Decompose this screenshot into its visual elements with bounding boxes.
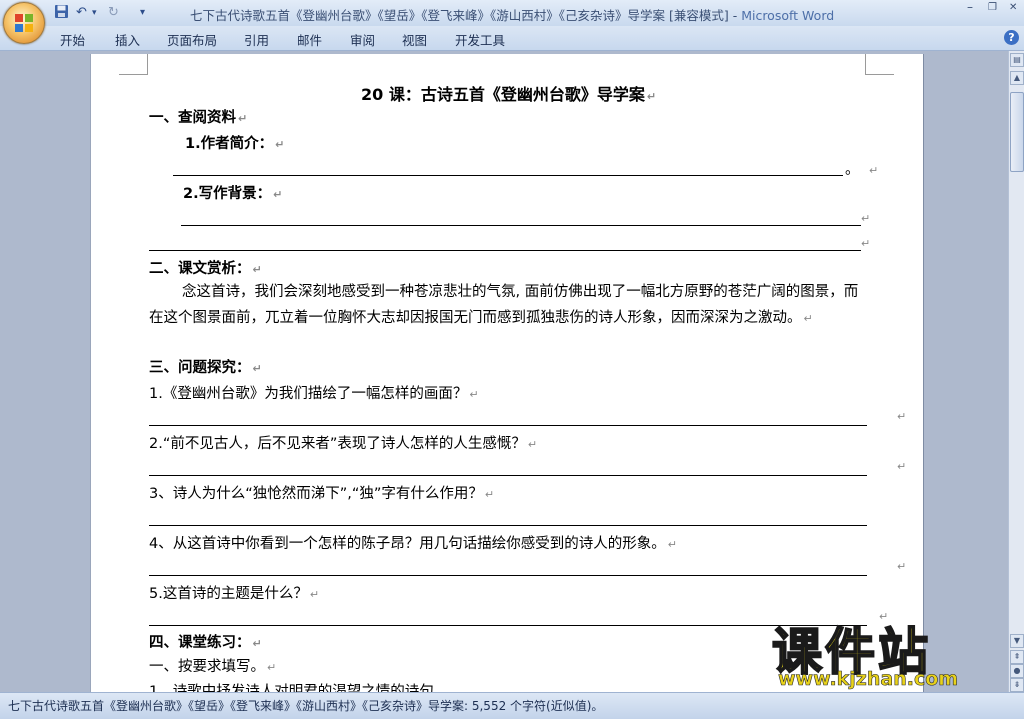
- status-text: 七下古代诗歌五首《登幽州台歌》《望岳》《登飞来峰》《游山西村》《己亥杂诗》导学案…: [8, 699, 604, 713]
- question-2: 2.“前不见古人，后不见来者”表现了诗人怎样的人生感慨？ ↵: [149, 436, 538, 452]
- tab-review[interactable]: 审阅: [350, 30, 375, 49]
- document-area[interactable]: 20 课：古诗五首《登幽州台歌》导学案 ↵ 一、查阅资料 ↵ 1.作者简介： ↵ 。 …: [0, 51, 1008, 692]
- office-logo-icon: [15, 14, 33, 32]
- tab-references[interactable]: 引用: [244, 30, 269, 49]
- close-button[interactable]: ✕: [1009, 2, 1017, 13]
- crop-mark-left: [119, 54, 148, 75]
- paragraph-mark: ↵: [897, 560, 907, 573]
- answer-line: [181, 225, 861, 226]
- window-title: 七下古代诗歌五首《登幽州台歌》《望岳》《登飞来峰》《游山西村》《己亥杂诗》导学案…: [190, 5, 834, 24]
- watermark-logo: 课件站 www.kjzhan.com: [768, 612, 1008, 692]
- tab-page-layout[interactable]: 页面布局: [167, 30, 217, 49]
- app-name: Microsoft Word: [741, 8, 835, 23]
- paragraph-mark: ↵: [861, 212, 871, 225]
- author-intro-label: 1.作者简介： ↵: [185, 136, 285, 152]
- undo-dropdown-icon[interactable]: ▾: [92, 4, 97, 22]
- paragraph-mark: ↵: [897, 410, 907, 423]
- title-bar: ↶ ▾ ↻ ▾ 七下古代诗歌五首《登幽州台歌》《望岳》《登飞来峰》《游山西村》《…: [0, 0, 1024, 26]
- appreciation-paragraph: 念这首诗，我们会深刻地感受到一种苍凉悲壮的气氛, 面前仿佛出现了一幅北方原野的苍…: [149, 284, 859, 326]
- page-heading: 20 课：古诗五首《登幽州台歌》导学案 ↵: [361, 85, 657, 104]
- paragraph-mark: ↵: [897, 460, 907, 473]
- ribbon-tabs: 开始 插入 页面布局 引用 邮件 审阅 视图 开发工具: [0, 26, 1024, 51]
- redo-icon[interactable]: ↻: [108, 4, 119, 22]
- question-4: 4、从这首诗中你看到一个怎样的陈子昂？用几句话描绘你感受到的诗人的形象。 ↵: [149, 536, 677, 552]
- scroll-thumb[interactable]: [1010, 92, 1024, 172]
- document-page[interactable]: 20 课：古诗五首《登幽州台歌》导学案 ↵ 一、查阅资料 ↵ 1.作者简介： ↵ 。 …: [90, 54, 924, 692]
- paragraph-mark: ↵: [869, 164, 879, 177]
- ruler-toggle-icon[interactable]: ▤: [1010, 53, 1024, 67]
- watermark-url: www.kjzhan.com: [778, 668, 959, 691]
- paragraph-mark: ↵: [861, 237, 871, 250]
- tab-developer[interactable]: 开发工具: [455, 30, 505, 49]
- browse-object-button[interactable]: ●: [1010, 664, 1024, 678]
- question-1: 1.《登幽州台歌》为我们描绘了一幅怎样的画面？ ↵: [149, 386, 479, 402]
- vertical-scrollbar[interactable]: ▤ ▲ ▼ ⇞ ● ⇟: [1008, 51, 1024, 692]
- answer-line: [149, 425, 867, 426]
- period-mark: 。: [845, 162, 860, 178]
- status-bar: 七下古代诗歌五首《登幽州台歌》《望岳》《登飞来峰》《游山西村》《己亥杂诗》导学案…: [0, 692, 1024, 719]
- answer-line: [173, 175, 843, 176]
- answer-line: [149, 250, 861, 251]
- save-icon[interactable]: [54, 4, 69, 22]
- section-1-title: 一、查阅资料 ↵: [149, 110, 248, 126]
- answer-line: [149, 575, 867, 576]
- scroll-down-button[interactable]: ▼: [1010, 634, 1024, 648]
- exercise-subtitle: 一、按要求填写。 ↵: [149, 659, 277, 675]
- section-4-title: 四、课堂练习： ↵: [149, 635, 262, 651]
- document-title: 七下古代诗歌五首《登幽州台歌》《望岳》《登飞来峰》《游山西村》《己亥杂诗》导学案…: [190, 8, 742, 23]
- answer-line: [149, 625, 867, 626]
- crop-mark-right: [865, 54, 894, 75]
- tab-insert[interactable]: 插入: [115, 30, 140, 49]
- section-3-title: 三、问题探究： ↵: [149, 360, 262, 376]
- question-3: 3、诗人为什么“独怆然而涕下”,“独”字有什么作用？ ↵: [149, 486, 495, 502]
- question-5: 5.这首诗的主题是什么？ ↵: [149, 586, 320, 602]
- tab-view[interactable]: 视图: [402, 30, 427, 49]
- office-button[interactable]: [3, 2, 45, 44]
- answer-line: [149, 525, 867, 526]
- exercise-question-1: 1、诗歌中抒发诗人对明君的渴望之情的诗句: [149, 684, 434, 692]
- undo-icon[interactable]: ↶: [76, 4, 87, 22]
- customize-toolbar-icon[interactable]: ▾: [140, 4, 145, 22]
- previous-page-button[interactable]: ⇞: [1010, 650, 1024, 664]
- help-icon[interactable]: ?: [1004, 30, 1019, 45]
- minimize-button[interactable]: –: [967, 0, 973, 14]
- restore-button[interactable]: ❐: [988, 2, 997, 13]
- tab-home[interactable]: 开始: [60, 30, 85, 49]
- tab-mailings[interactable]: 邮件: [297, 30, 322, 49]
- background-label: 2.写作背景： ↵: [183, 186, 283, 202]
- answer-line: [149, 475, 867, 476]
- next-page-button[interactable]: ⇟: [1010, 678, 1024, 692]
- scroll-up-button[interactable]: ▲: [1010, 71, 1024, 85]
- section-2-title: 二、课文赏析： ↵: [149, 261, 262, 277]
